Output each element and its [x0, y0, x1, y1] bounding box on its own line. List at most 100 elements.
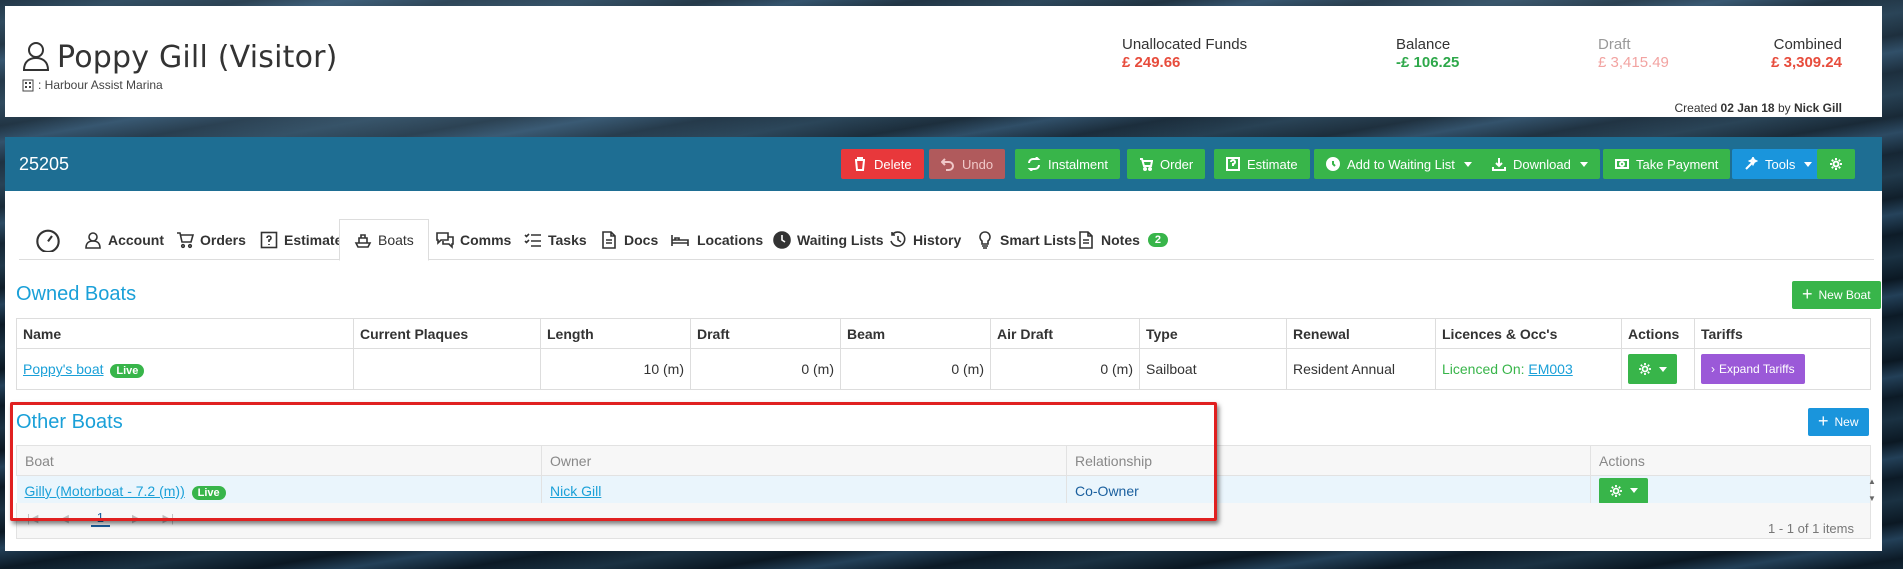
gear-icon: [1610, 484, 1622, 497]
draft-value: £ 3,415.49: [1598, 54, 1669, 71]
next-page-icon[interactable]: ▶: [132, 512, 140, 525]
grid-header-row: Boat Owner Relationship Actions: [16, 445, 1871, 476]
tab-orders[interactable]: Orders: [176, 219, 246, 260]
delete-button[interactable]: Delete: [841, 149, 924, 179]
new-boat-button[interactable]: + New Boat: [1792, 281, 1881, 309]
licence-code-link[interactable]: EM003: [1528, 361, 1572, 377]
dashboard-gauge-icon: [36, 229, 60, 252]
col-draft[interactable]: Draft: [690, 318, 841, 349]
licence-prefix: Licenced On:: [1442, 361, 1525, 377]
col-owner[interactable]: Owner: [541, 445, 1067, 476]
chat-icon: [436, 231, 454, 249]
expand-tariffs-label: Expand Tariffs: [1719, 362, 1795, 376]
last-page-icon[interactable]: ▶|: [163, 512, 174, 525]
tab-history[interactable]: History: [889, 219, 961, 260]
account-content: Account Orders Estimates Boats Comms Tas…: [5, 191, 1882, 551]
undo-button[interactable]: Undo: [929, 149, 1006, 179]
add-to-waiting-list-button[interactable]: Add to Waiting List: [1314, 149, 1484, 179]
boat-cell: Gilly (Motorboat - 7.2 (m)) Live: [16, 475, 542, 506]
tab-waiting-lists[interactable]: Waiting Lists: [773, 219, 884, 260]
table-header-row: Name Current Plaques Length Draft Beam A…: [16, 318, 1871, 349]
new-other-boat-button[interactable]: + New: [1808, 408, 1869, 436]
tab-notes[interactable]: Notes 2: [1077, 219, 1169, 260]
owner-link[interactable]: Nick Gill: [550, 483, 601, 499]
tab-tasks[interactable]: Tasks: [524, 219, 587, 260]
prev-page-icon[interactable]: ◀: [60, 512, 68, 525]
boat-actions-button[interactable]: [1628, 354, 1677, 384]
tools-button[interactable]: Tools: [1732, 149, 1825, 179]
col-length[interactable]: Length: [540, 318, 691, 349]
created-prefix: Created: [1674, 101, 1718, 115]
tools-label: Tools: [1765, 156, 1796, 172]
tab-smart-lists-label: Smart Lists: [1000, 231, 1077, 248]
marina-label: : Harbour Assist Marina: [22, 78, 163, 92]
unallocated-funds-label: Unallocated Funds: [1122, 36, 1248, 53]
air-draft-cell: 0 (m): [990, 348, 1140, 390]
table-row: Poppy's boat Live 10 (m) 0 (m) 0 (m) 0 (…: [16, 348, 1871, 390]
new-boat-label: New Boat: [1818, 288, 1871, 302]
actions-cell: [1590, 475, 1871, 506]
grid-scrollbar[interactable]: ▲ ▼: [1866, 477, 1878, 503]
account-toolbar: 25205 Delete Undo Instalment Order Estim…: [5, 137, 1882, 191]
tab-tasks-label: Tasks: [548, 231, 587, 248]
tab-locations[interactable]: Locations: [669, 219, 763, 260]
other-boat-actions-button[interactable]: [1599, 477, 1648, 504]
col-licences[interactable]: Licences & Occ's: [1435, 318, 1622, 349]
account-header: Poppy Gill (Visitor) : Harbour Assist Ma…: [5, 6, 1882, 117]
take-payment-button[interactable]: Take Payment: [1603, 149, 1731, 179]
chevron-down-icon: [1804, 161, 1813, 167]
col-beam[interactable]: Beam: [840, 318, 991, 349]
status-badge: Live: [110, 364, 145, 378]
download-button[interactable]: Download: [1480, 149, 1600, 179]
expand-tariffs-button[interactable]: › Expand Tariffs: [1701, 354, 1805, 384]
pager-controls: |◀ ◀ 1 ▶ ▶|: [27, 510, 174, 527]
tariffs-cell: › Expand Tariffs: [1694, 348, 1871, 390]
col-renewal[interactable]: Renewal: [1286, 318, 1436, 349]
order-button[interactable]: Order: [1127, 149, 1206, 179]
tab-account[interactable]: Account: [84, 219, 164, 260]
col-type[interactable]: Type: [1139, 318, 1287, 349]
tab-docs[interactable]: Docs: [600, 219, 658, 260]
col-boat[interactable]: Boat: [16, 445, 542, 476]
type-cell: Sailboat: [1139, 348, 1287, 390]
pager-summary: 1 - 1 of 1 items: [1768, 521, 1854, 536]
account-number: 25205: [19, 154, 70, 174]
download-label: Download: [1513, 156, 1571, 172]
tab-dashboard[interactable]: [33, 219, 63, 260]
take-payment-label: Take Payment: [1636, 156, 1719, 172]
scroll-up-icon[interactable]: ▲: [1868, 477, 1876, 486]
col-relationship[interactable]: Relationship: [1066, 445, 1591, 476]
instalment-button[interactable]: Instalment: [1015, 149, 1120, 179]
settings-button[interactable]: [1817, 149, 1855, 179]
col-name[interactable]: Name: [16, 318, 354, 349]
relationship-cell: Co-Owner: [1066, 475, 1591, 506]
tab-smart-lists[interactable]: Smart Lists: [976, 219, 1076, 260]
instalment-label: Instalment: [1048, 156, 1108, 172]
boat-link[interactable]: Gilly (Motorboat - 7.2 (m)): [25, 483, 185, 499]
download-icon: [1492, 158, 1506, 171]
tab-comms[interactable]: Comms: [436, 219, 511, 260]
page-number-current[interactable]: 1: [90, 510, 111, 527]
boat-name-link[interactable]: Poppy's boat: [23, 361, 104, 377]
draft-label: Draft: [1598, 36, 1631, 53]
marina-name: : Harbour Assist Marina: [38, 78, 163, 92]
col-air-draft[interactable]: Air Draft: [990, 318, 1140, 349]
chevron-down-icon: [1630, 488, 1638, 494]
tab-boats[interactable]: Boats: [339, 219, 429, 261]
chevron-down-icon: [1579, 161, 1588, 167]
scroll-down-icon[interactable]: ▼: [1868, 494, 1876, 503]
first-page-icon[interactable]: |◀: [27, 512, 38, 525]
renewal-cell: Resident Annual: [1286, 348, 1436, 390]
length-cell: 10 (m): [540, 348, 691, 390]
boat-name-cell: Poppy's boat Live: [16, 348, 354, 390]
estimate-button[interactable]: Estimate: [1214, 149, 1310, 179]
document-icon: [602, 230, 616, 249]
col-current-plaques[interactable]: Current Plaques: [353, 318, 541, 349]
money-icon: [1615, 159, 1629, 169]
cart-icon: [1140, 158, 1153, 171]
tab-estimates[interactable]: Estimates: [260, 219, 350, 260]
plaques-cell: [353, 348, 541, 390]
plus-icon: +: [1818, 411, 1829, 431]
unallocated-funds: Unallocated Funds £ 249.66: [1122, 36, 1247, 71]
created-by: Nick Gill: [1793, 101, 1842, 115]
